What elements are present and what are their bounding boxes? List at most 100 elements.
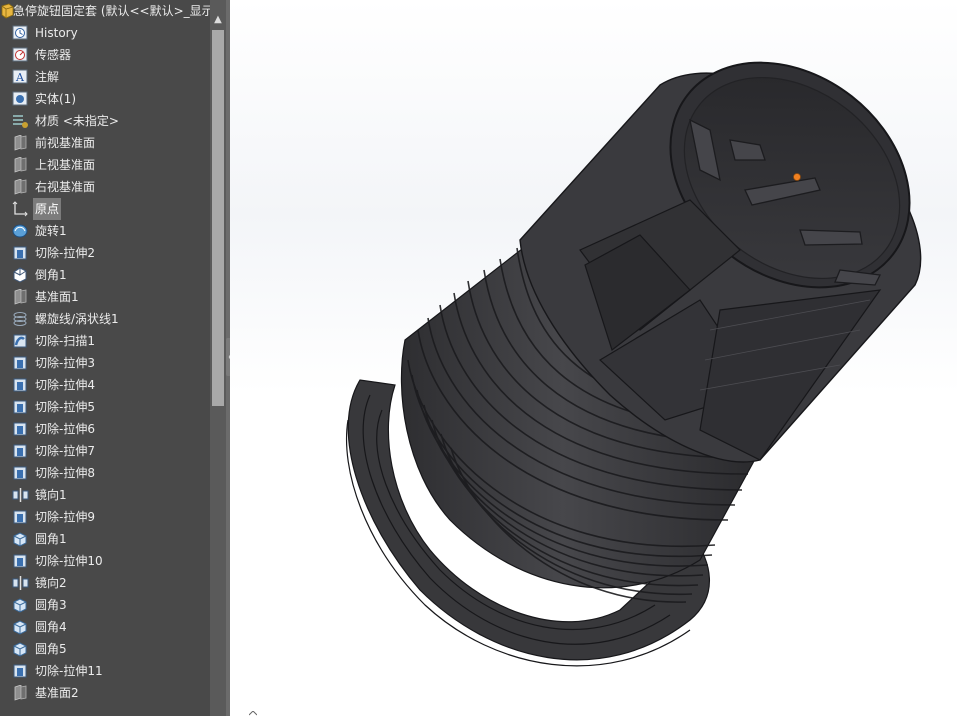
tree-item-label: 圆角4: [35, 620, 67, 634]
tree-item[interactable]: A 注解: [0, 66, 210, 88]
tree-item-label: 切除-拉伸7: [35, 444, 95, 458]
tree-item[interactable]: 上视基准面: [0, 154, 210, 176]
plane-icon: [12, 178, 29, 195]
sensor-icon: [12, 47, 29, 63]
tree-item-label: 基准面2: [35, 686, 79, 700]
tree-item-label: 注解: [35, 70, 60, 84]
mirror-icon: [12, 487, 29, 503]
chamfer-icon: [12, 267, 29, 283]
tree-item-label: 切除-拉伸6: [35, 422, 95, 436]
tree-item-label: 切除-拉伸2: [35, 246, 95, 260]
cut-extrude-icon: [12, 377, 29, 393]
tree-item-label: 实体(1): [35, 92, 76, 106]
scroll-thumb[interactable]: [212, 30, 224, 406]
tree-item[interactable]: 切除-拉伸5: [0, 396, 210, 418]
tree-item-label: 螺旋线/涡状线1: [35, 312, 119, 326]
plane-icon: [12, 134, 29, 151]
annotation-icon: A: [12, 69, 29, 85]
3d-model[interactable]: [230, 0, 957, 716]
history-icon: [12, 25, 29, 41]
fillet-icon: [12, 531, 29, 547]
origin-point-marker[interactable]: [793, 173, 801, 181]
tree-item-label: 切除-拉伸8: [35, 466, 95, 480]
tree-item[interactable]: 镜向1: [0, 484, 210, 506]
tree-item[interactable]: 圆角5: [0, 638, 210, 660]
tree-item-label: 基准面1: [35, 290, 79, 304]
cut-extrude-icon: [12, 245, 29, 261]
tree-item[interactable]: 切除-拉伸6: [0, 418, 210, 440]
tree-item-label: 传感器: [35, 48, 72, 62]
tree-item[interactable]: 材质 <未指定>: [0, 110, 210, 132]
cut-sweep-icon: [12, 333, 29, 349]
fillet-icon: [12, 641, 29, 657]
tree-item[interactable]: 切除-拉伸4: [0, 374, 210, 396]
tree-item[interactable]: 圆角4: [0, 616, 210, 638]
mirror-icon: [12, 575, 29, 591]
helix-icon: [12, 311, 29, 327]
tree-root-label: 急停旋钮固定套 (默认<<默认>_显示: [13, 4, 210, 18]
plane-icon: [12, 288, 29, 305]
tree-item-label: 圆角1: [35, 532, 67, 546]
origin-icon: [12, 201, 29, 217]
plane-icon: [12, 156, 29, 173]
fillet-icon: [12, 619, 29, 635]
cut-extrude-icon: [12, 421, 29, 437]
tree-item-label: 圆角5: [35, 642, 67, 656]
scroll-up-arrow-icon[interactable]: ▲: [210, 12, 226, 28]
tree-item-label: 切除-拉伸5: [35, 400, 95, 414]
cut-extrude-icon: [12, 399, 29, 415]
tree-item[interactable]: 螺旋线/涡状线1: [0, 308, 210, 330]
tree-item[interactable]: 切除-拉伸11: [0, 660, 210, 682]
tree-item[interactable]: 切除-拉伸3: [0, 352, 210, 374]
tree-item[interactable]: 圆角1: [0, 528, 210, 550]
tree-item[interactable]: 倒角1: [0, 264, 210, 286]
tree-item[interactable]: 右视基准面: [0, 176, 210, 198]
cut-extrude-icon: [12, 553, 29, 569]
tree-item[interactable]: 基准面2: [0, 682, 210, 704]
tree-item-label: 镜向1: [35, 488, 67, 502]
tree-item-label: 镜向2: [35, 576, 67, 590]
tree-item-label: 前视基准面: [35, 136, 96, 150]
tree-item[interactable]: 切除-扫描1: [0, 330, 210, 352]
tree-item[interactable]: 切除-拉伸2: [0, 242, 210, 264]
tree-item[interactable]: 切除-拉伸8: [0, 462, 210, 484]
cut-extrude-icon: [12, 443, 29, 459]
tree-item-label: 倒角1: [35, 268, 67, 282]
cut-extrude-icon: [12, 355, 29, 371]
tree-item-label: 切除-拉伸3: [35, 356, 95, 370]
tree-item-label: 切除-拉伸11: [35, 664, 103, 678]
tree-item[interactable]: 前视基准面: [0, 132, 210, 154]
tree-item[interactable]: 旋转1: [0, 220, 210, 242]
tree-root-part[interactable]: 急停旋钮固定套 (默认<<默认>_显示: [0, 0, 210, 22]
tree-scrollbar[interactable]: ▲: [210, 0, 226, 716]
triad-corner-marker: [248, 710, 258, 718]
graphics-viewport[interactable]: [230, 0, 957, 716]
tree-item-label: 圆角3: [35, 598, 67, 612]
tree-item[interactable]: 切除-拉伸10: [0, 550, 210, 572]
tree-item[interactable]: History: [0, 22, 210, 44]
tree-item[interactable]: 镜向2: [0, 572, 210, 594]
cut-extrude-icon: [12, 509, 29, 525]
tree-item[interactable]: 基准面1: [0, 286, 210, 308]
tree-item[interactable]: 切除-拉伸9: [0, 506, 210, 528]
material-icon: [12, 113, 29, 129]
feature-manager-tree: 急停旋钮固定套 (默认<<默认>_显示 History 传感器 A 注解实体(1) 材质…: [0, 0, 210, 716]
tree-item[interactable]: 原点: [0, 198, 210, 220]
tree-item[interactable]: 切除-拉伸7: [0, 440, 210, 462]
tree-item[interactable]: 实体(1): [0, 88, 210, 110]
fillet-icon: [12, 597, 29, 613]
tree-item[interactable]: 圆角3: [0, 594, 210, 616]
tree-item-label: 右视基准面: [35, 180, 96, 194]
tree-item-label: 切除-拉伸9: [35, 510, 95, 524]
tree-item-label: History: [35, 26, 78, 40]
svg-text:A: A: [15, 71, 25, 84]
cut-extrude-icon: [12, 465, 29, 481]
revolve-icon: [12, 223, 29, 239]
tree-item[interactable]: 传感器: [0, 44, 210, 66]
tree-item-label: 切除-拉伸4: [35, 378, 95, 392]
cut-extrude-icon: [12, 663, 29, 679]
solid-bodies-icon: [12, 91, 29, 107]
tree-item-label: 材质 <未指定>: [35, 114, 119, 128]
tree-item-label: 切除-扫描1: [35, 334, 95, 348]
tree-item-label: 切除-拉伸10: [35, 554, 103, 568]
